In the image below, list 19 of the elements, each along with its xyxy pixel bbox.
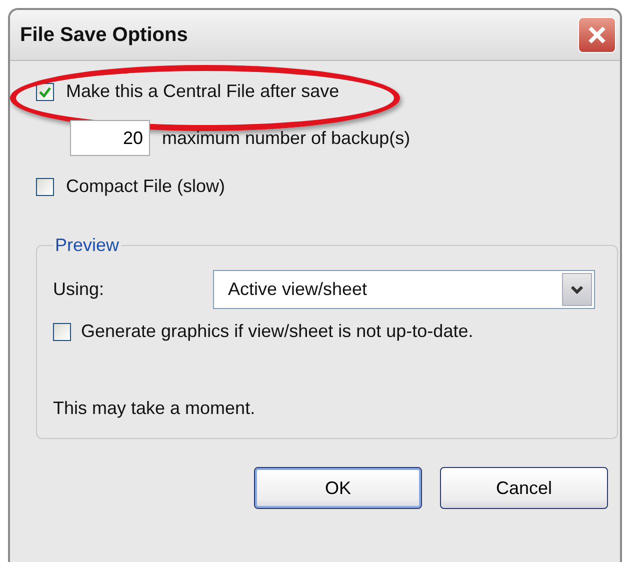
field-label: maximum number of backup(s) [162, 128, 410, 148]
close-button[interactable] [578, 17, 616, 53]
checkbox[interactable] [36, 82, 54, 100]
checkbox[interactable] [53, 322, 71, 340]
checkbox-label: Compact File (slow) [66, 176, 226, 197]
checkbox[interactable] [36, 178, 54, 196]
using-dropdown[interactable]: Active view/sheet [213, 270, 595, 309]
backup-count-field[interactable]: 20 [70, 120, 150, 156]
chevron-icon [562, 273, 592, 306]
cancel-button[interactable]: Cancel [440, 467, 608, 509]
dropdown-value: Active view/sheet [228, 279, 368, 300]
ok-button[interactable]: OK [254, 467, 422, 509]
close-icon [586, 24, 608, 46]
checkbox-label: Make this a Central File after save [66, 81, 340, 102]
group-title: Preview [54, 235, 120, 256]
field-label: Using: [53, 279, 106, 300]
window-title: File Save Options [20, 24, 188, 46]
note-text: This may take a moment. [53, 398, 256, 419]
checkbox-label: Generate graphics if view/sheet is not up-to-date. [81, 321, 474, 342]
